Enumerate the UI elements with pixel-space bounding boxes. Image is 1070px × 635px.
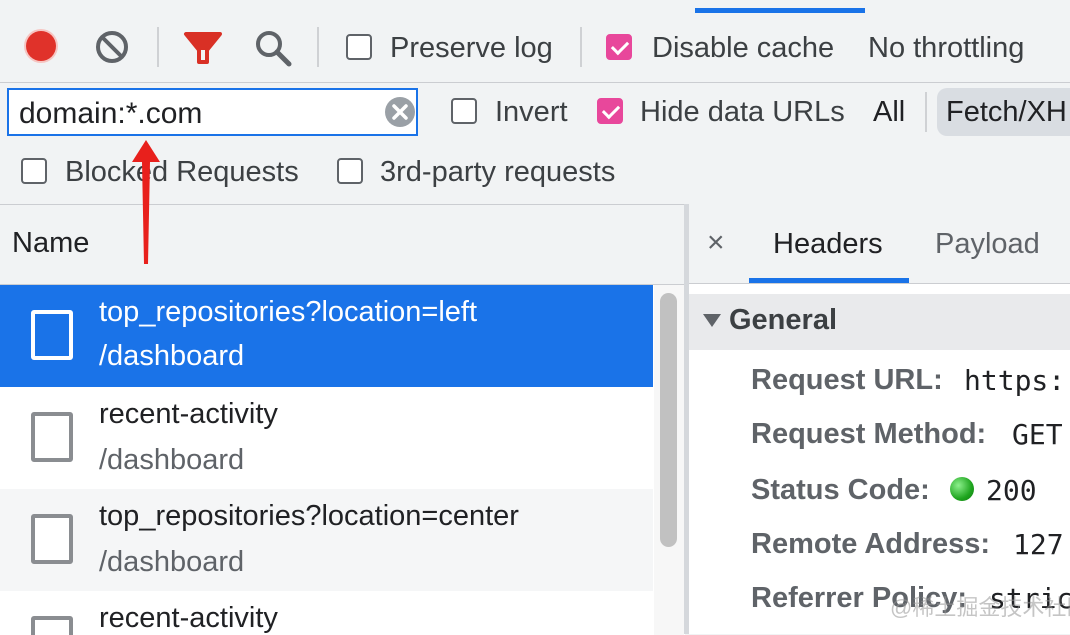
throttling-select[interactable]: No throttling <box>868 31 1024 65</box>
hide-data-urls-label: Hide data URLs <box>640 96 845 128</box>
request-path: /dashboard <box>99 340 245 372</box>
filter-icon[interactable] <box>183 30 223 66</box>
clear-icon[interactable] <box>94 29 130 65</box>
request-name: recent-activity <box>99 398 278 430</box>
disable-cache-label: Disable cache <box>652 32 835 64</box>
third-party-checkbox[interactable] <box>337 158 363 184</box>
type-filter-all[interactable]: All <box>873 95 905 129</box>
request-name: top_repositories?location=left <box>99 296 478 328</box>
toolbar-divider <box>157 27 159 67</box>
status-ok-icon <box>950 477 974 501</box>
active-panel-indicator <box>695 8 865 13</box>
hide-data-urls-checkbox[interactable] <box>597 98 623 124</box>
field-value: https: <box>964 364 1066 397</box>
tab-headers[interactable]: Headers <box>773 228 883 261</box>
type-filter-fetch-xhr[interactable]: Fetch/XH <box>937 88 1070 136</box>
request-name: top_repositories?location=center <box>99 500 519 532</box>
tab-payload[interactable]: Payload <box>935 228 1040 261</box>
type-filter-fetch-label: Fetch/XH <box>946 96 1067 128</box>
search-icon[interactable] <box>253 28 293 68</box>
request-name: recent-activity <box>99 602 278 634</box>
document-icon <box>31 412 73 462</box>
name-column-label: Name <box>12 227 90 259</box>
details-tab-bar: × Headers Payload <box>689 204 1070 284</box>
field-value: 127 <box>1013 528 1064 561</box>
preserve-log-label: Preserve log <box>390 32 553 64</box>
watermark: @稀土掘金技术社区 <box>890 595 1070 620</box>
request-path: /dashboard <box>99 546 245 578</box>
invert-label: Invert <box>495 96 568 128</box>
toolbar-divider <box>925 92 927 132</box>
document-icon <box>31 616 73 635</box>
blocked-requests-checkbox[interactable] <box>21 158 47 184</box>
toolbar-divider <box>317 27 319 67</box>
request-row[interactable]: recent-activity /dashboard <box>0 387 653 489</box>
field-key: Request URL: <box>751 364 943 396</box>
annotation-arrow-icon <box>126 138 166 268</box>
close-icon[interactable]: × <box>707 228 725 258</box>
request-row[interactable]: top_repositories?location=center /dashbo… <box>0 489 653 591</box>
request-path: /dashboard <box>99 444 245 476</box>
clear-input-icon[interactable] <box>385 97 415 127</box>
invert-checkbox[interactable] <box>451 98 477 124</box>
record-icon[interactable] <box>26 31 56 61</box>
filter-input-value: domain:*.com <box>19 97 203 130</box>
filter-input[interactable]: domain:*.com <box>7 88 418 136</box>
field-key: Request Method: <box>751 418 987 450</box>
toolbar-divider <box>580 27 582 67</box>
requests-scrollbar-thumb[interactable] <box>660 293 677 547</box>
document-icon <box>31 514 73 564</box>
general-section-header[interactable]: General <box>689 294 1070 350</box>
request-details-panel: × Headers Payload General Request URL: h… <box>689 204 1070 634</box>
requests-panel: Name top_repositories?location=left /das… <box>0 204 685 635</box>
third-party-label: 3rd-party requests <box>380 156 616 188</box>
active-tab-underline <box>749 278 909 283</box>
blocked-requests-label: Blocked Requests <box>65 156 299 188</box>
name-column-header[interactable]: Name <box>0 205 685 285</box>
request-row[interactable]: top_repositories?location=left /dashboar… <box>0 285 653 387</box>
field-value: 200 <box>986 474 1037 507</box>
field-value: GET <box>1012 418 1063 451</box>
document-icon <box>31 310 73 360</box>
field-key: Status Code: <box>751 474 930 506</box>
expand-triangle-icon <box>703 314 721 327</box>
request-row[interactable]: recent-activity <box>0 591 653 635</box>
general-section-title: General <box>729 304 837 336</box>
preserve-log-checkbox[interactable] <box>346 34 372 60</box>
field-key: Remote Address: <box>751 528 991 560</box>
disable-cache-checkbox[interactable] <box>606 34 632 60</box>
